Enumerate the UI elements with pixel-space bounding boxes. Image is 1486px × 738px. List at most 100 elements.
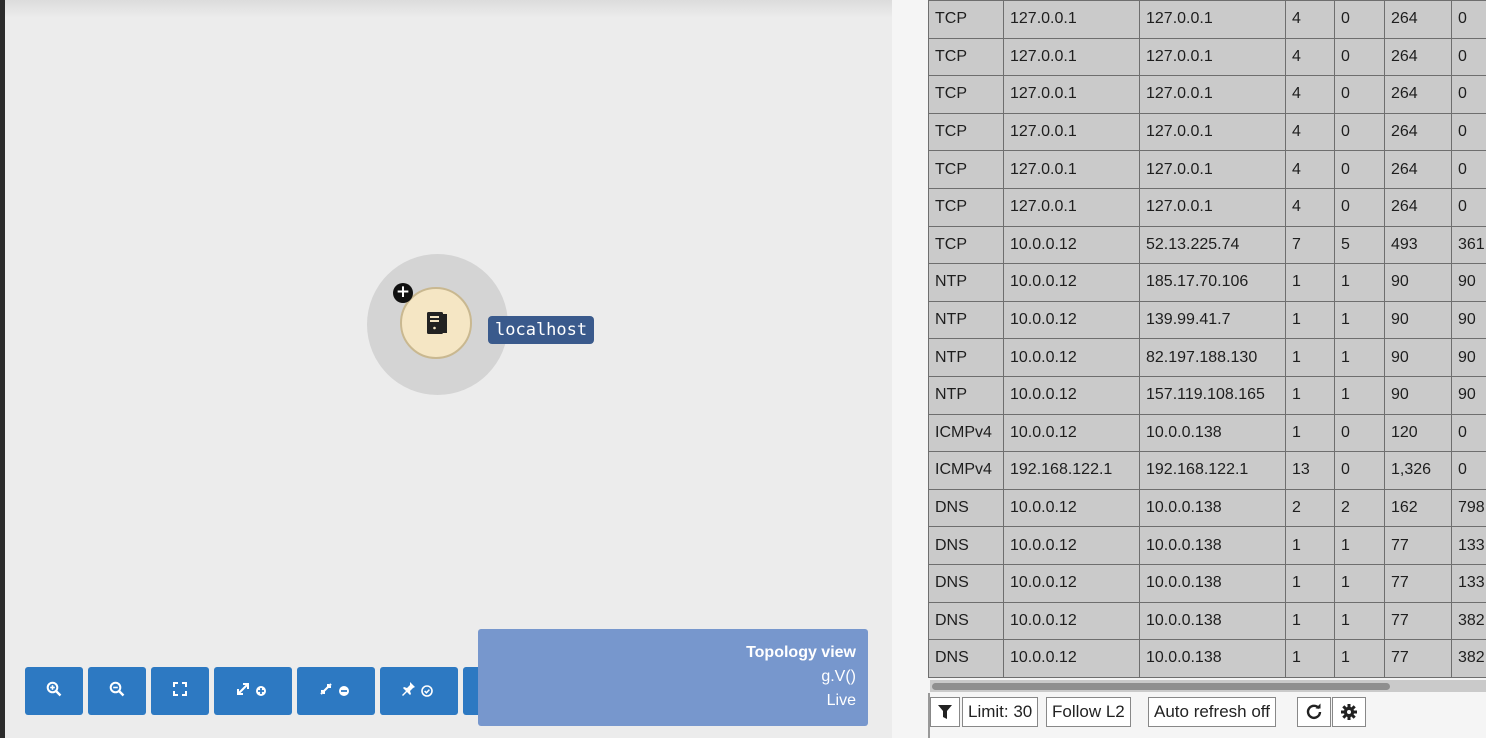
bytes-ba-cell: 0: [1451, 112, 1486, 152]
scrollbar-thumb[interactable]: [932, 683, 1390, 690]
table-row[interactable]: TCP 127.0.0.1 127.0.0.1 4 0 264 0: [928, 150, 1486, 189]
packets-ab-cell: 4: [1285, 112, 1335, 152]
protocol-cell: TCP: [928, 112, 1004, 152]
table-row[interactable]: DNS 10.0.0.12 10.0.0.138 1 1 77 133: [928, 526, 1486, 565]
bytes-ba-cell: 0: [1451, 75, 1486, 114]
bytes-ab-cell: 120: [1384, 413, 1452, 453]
node-expand-icon[interactable]: +: [393, 283, 413, 303]
bytes-ba-cell: 90: [1451, 338, 1486, 377]
fit-view-button[interactable]: [151, 667, 209, 715]
packets-ba-cell: 1: [1334, 375, 1385, 415]
zoom-in-icon: [46, 681, 62, 702]
table-row[interactable]: NTP 10.0.0.12 139.99.41.7 1 1 90 90: [928, 300, 1486, 340]
limit-button[interactable]: Limit: 30: [962, 697, 1039, 727]
table-row[interactable]: ICMPv4 192.168.122.1 192.168.122.1 13 0 1,326…: [928, 451, 1486, 490]
packets-ab-cell: 7: [1285, 225, 1335, 265]
protocol-cell: TCP: [928, 0, 1004, 39]
packets-ab-cell: 4: [1285, 187, 1335, 227]
refresh-button[interactable]: [1297, 697, 1331, 727]
bytes-ba-cell: 133: [1451, 563, 1486, 603]
table-row[interactable]: TCP 10.0.0.12 52.13.225.74 7 5 493 361: [928, 225, 1486, 265]
packets-ab-cell: 1: [1285, 639, 1335, 678]
table-row[interactable]: DNS 10.0.0.12 10.0.0.138 1 1 77 133: [928, 563, 1486, 603]
collapse-icon: [318, 681, 354, 702]
bytes-ab-cell: 493: [1384, 225, 1452, 265]
bytes-ba-cell: 133: [1451, 526, 1486, 565]
refresh-icon: [1305, 703, 1323, 721]
flow-table-panel: TCP 127.0.0.1 127.0.0.1 4 0 264 0 TCP 127.0.0.1 1…: [928, 0, 1486, 738]
dst-ip-cell: 127.0.0.1: [1139, 0, 1286, 39]
table-row[interactable]: NTP 10.0.0.12 82.197.188.130 1 1 90 90: [928, 338, 1486, 377]
packets-ba-cell: 1: [1334, 526, 1385, 565]
packets-ba-cell: 0: [1334, 150, 1385, 189]
protocol-cell: TCP: [928, 37, 1004, 77]
follow-l2-button[interactable]: Follow L2: [1046, 697, 1131, 727]
table-row[interactable]: TCP 127.0.0.1 127.0.0.1 4 0 264 0: [928, 0, 1486, 39]
bytes-ab-cell: 77: [1384, 639, 1452, 678]
protocol-cell: DNS: [928, 526, 1004, 565]
protocol-cell: NTP: [928, 263, 1004, 302]
src-ip-cell: 10.0.0.12: [1003, 488, 1140, 528]
dst-ip-cell: 52.13.225.74: [1139, 225, 1286, 265]
src-ip-cell: 127.0.0.1: [1003, 187, 1140, 227]
dst-ip-cell: 139.99.41.7: [1139, 300, 1286, 340]
src-ip-cell: 10.0.0.12: [1003, 338, 1140, 377]
packets-ab-cell: 1: [1285, 338, 1335, 377]
dst-ip-cell: 127.0.0.1: [1139, 187, 1286, 227]
protocol-cell: NTP: [928, 338, 1004, 377]
table-row[interactable]: TCP 127.0.0.1 127.0.0.1 4 0 264 0: [928, 187, 1486, 227]
table-row[interactable]: NTP 10.0.0.12 157.119.108.165 1 1 90 90: [928, 375, 1486, 415]
src-ip-cell: 10.0.0.12: [1003, 375, 1140, 415]
view-title: Topology view: [746, 644, 856, 661]
packets-ba-cell: 0: [1334, 187, 1385, 227]
expand-all-button[interactable]: [214, 667, 292, 715]
filter-button[interactable]: [930, 697, 960, 727]
dst-ip-cell: 127.0.0.1: [1139, 75, 1286, 114]
protocol-cell: TCP: [928, 150, 1004, 189]
gear-icon: [1340, 703, 1358, 721]
packets-ba-cell: 1: [1334, 601, 1385, 641]
bytes-ba-cell: 90: [1451, 263, 1486, 302]
protocol-cell: DNS: [928, 488, 1004, 528]
node-label[interactable]: localhost: [488, 316, 595, 344]
table-row[interactable]: DNS 10.0.0.12 10.0.0.138 2 2 162 798: [928, 488, 1486, 528]
table-row[interactable]: TCP 127.0.0.1 127.0.0.1 4 0 264 0: [928, 112, 1486, 152]
protocol-cell: ICMPv4: [928, 451, 1004, 490]
src-ip-cell: 10.0.0.12: [1003, 563, 1140, 603]
protocol-cell: NTP: [928, 375, 1004, 415]
pin-all-button[interactable]: [380, 667, 458, 715]
protocol-cell: TCP: [928, 75, 1004, 114]
collapse-all-button[interactable]: [297, 667, 375, 715]
zoom-in-button[interactable]: [25, 667, 83, 715]
packets-ba-cell: 1: [1334, 263, 1385, 302]
packets-ab-cell: 1: [1285, 601, 1335, 641]
server-icon: [426, 311, 448, 340]
dst-ip-cell: 192.168.122.1: [1139, 451, 1286, 490]
table-row[interactable]: TCP 127.0.0.1 127.0.0.1 4 0 264 0: [928, 75, 1486, 114]
src-ip-cell: 192.168.122.1: [1003, 451, 1140, 490]
src-ip-cell: 127.0.0.1: [1003, 0, 1140, 39]
dst-ip-cell: 185.17.70.106: [1139, 263, 1286, 302]
table-row[interactable]: DNS 10.0.0.12 10.0.0.138 1 1 77 382: [928, 639, 1486, 678]
topology-canvas[interactable]: + localhost Topology view g.V() Live: [5, 0, 892, 738]
src-ip-cell: 10.0.0.12: [1003, 639, 1140, 678]
table-row[interactable]: NTP 10.0.0.12 185.17.70.106 1 1 90 90: [928, 263, 1486, 302]
bytes-ab-cell: 162: [1384, 488, 1452, 528]
table-row[interactable]: TCP 127.0.0.1 127.0.0.1 4 0 264 0: [928, 37, 1486, 77]
zoom-out-icon: [109, 681, 125, 702]
bytes-ba-cell: 0: [1451, 451, 1486, 490]
settings-button[interactable]: [1332, 697, 1366, 727]
src-ip-cell: 10.0.0.12: [1003, 300, 1140, 340]
packets-ab-cell: 4: [1285, 150, 1335, 189]
protocol-cell: DNS: [928, 639, 1004, 678]
panel-gutter: [892, 0, 928, 738]
dst-ip-cell: 127.0.0.1: [1139, 112, 1286, 152]
protocol-cell: TCP: [928, 187, 1004, 227]
zoom-out-button[interactable]: [88, 667, 146, 715]
packets-ba-cell: 1: [1334, 300, 1385, 340]
view-mode: Live: [826, 692, 856, 709]
table-row[interactable]: ICMPv4 10.0.0.12 10.0.0.138 1 0 120 0: [928, 413, 1486, 453]
flow-toolbar: Limit: 30 Follow L2 Auto refresh off: [928, 693, 1486, 738]
table-row[interactable]: DNS 10.0.0.12 10.0.0.138 1 1 77 382: [928, 601, 1486, 641]
auto-refresh-button[interactable]: Auto refresh off: [1148, 697, 1276, 727]
